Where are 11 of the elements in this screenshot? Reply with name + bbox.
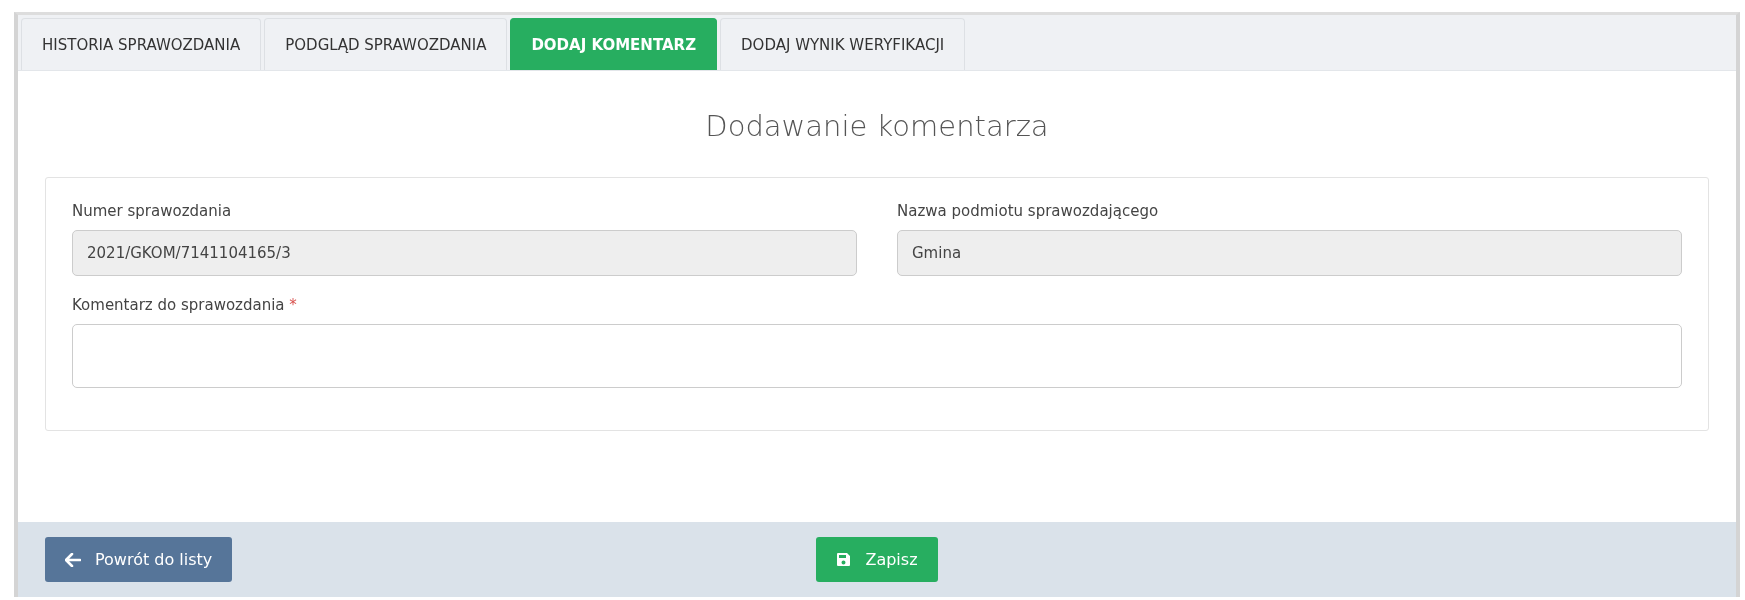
tab[interactable]: DODAJ WYNIK WERYFIKACJI: [720, 18, 966, 70]
field-label: Komentarz do sprawozdania *: [72, 296, 298, 314]
field-label: Nazwa podmiotu sprawozdającego: [897, 202, 1160, 220]
back-button[interactable]: Powrót do listy: [45, 537, 233, 582]
page-title: Dodawanie komentarza: [704, 108, 1050, 145]
save-icon: [836, 552, 852, 567]
comment-field[interactable]: [72, 324, 1682, 388]
arrow-left-icon: [65, 552, 81, 567]
tab[interactable]: HISTORIA SPRAWOZDANIA: [21, 18, 262, 70]
tab[interactable]: PODGLĄD SPRAWOZDANIA: [264, 18, 508, 70]
field-label: Numer sprawozdania: [72, 202, 233, 220]
